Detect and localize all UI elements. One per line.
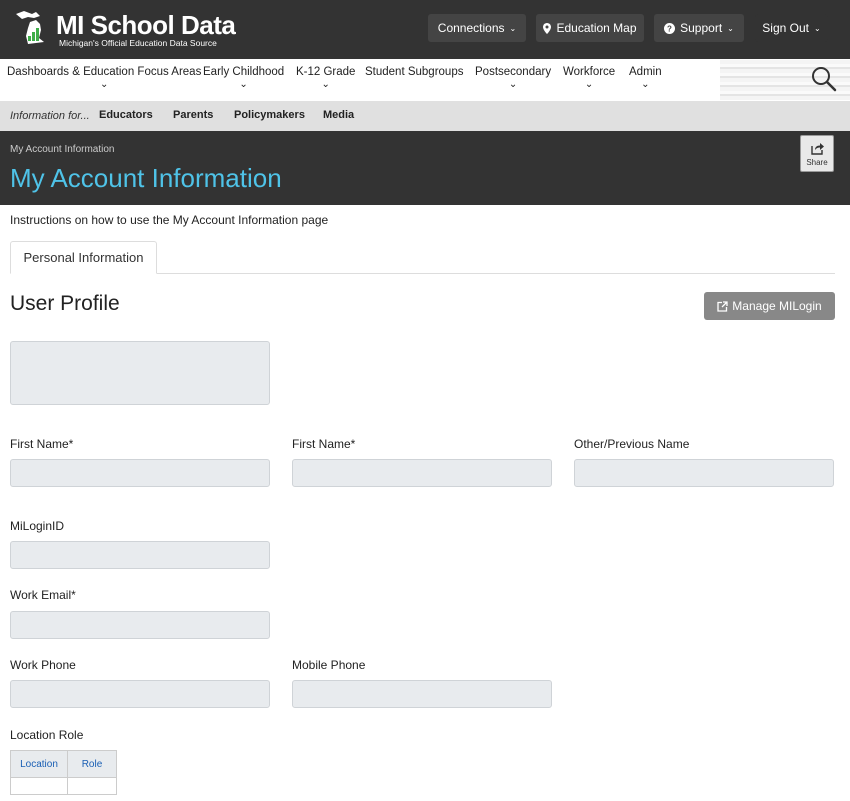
table-cell	[67, 777, 117, 795]
nav-student-subgroups[interactable]: Student Subgroups	[365, 66, 463, 78]
help-circle-icon: ?	[664, 22, 676, 34]
tab-personal-information[interactable]: Personal Information	[10, 241, 157, 274]
other-name-label: Other/Previous Name	[574, 437, 690, 451]
milogin-id-field[interactable]	[10, 541, 270, 569]
work-email-label: Work Email*	[10, 588, 76, 602]
work-phone-field[interactable]	[10, 680, 270, 708]
chevron-down-icon: ⌄	[509, 23, 517, 33]
audience-label: Information for...	[10, 110, 90, 122]
nav-dashboards[interactable]: Dashboards & Education Focus Areas ⌄	[7, 66, 201, 91]
share-button[interactable]: Share	[800, 135, 834, 172]
page-title: My Account Information	[10, 163, 282, 193]
connections-button[interactable]: Connections ⌄	[428, 14, 526, 42]
nav-label: Workforce	[563, 66, 616, 78]
nav-label: Student Subgroups	[365, 66, 464, 78]
mobile-phone-label: Mobile Phone	[292, 658, 366, 672]
logo-title: MI School Data	[56, 10, 236, 40]
chevron-down-icon: ⌄	[641, 79, 650, 90]
site-logo[interactable]: MI School Data Michigan's Official Educa…	[14, 8, 236, 48]
nav-k12-grade[interactable]: K-12 Grade ⌄	[296, 66, 355, 91]
search-icon[interactable]	[811, 66, 837, 92]
chevron-down-icon: ⌄	[321, 79, 330, 90]
first-name-2-label: First Name*	[292, 437, 356, 451]
manage-milogin-label: Manage MILogin	[732, 299, 822, 313]
nav-label: Dashboards & Education Focus Areas	[7, 66, 202, 78]
logo-subtitle: Michigan's Official Education Data Sourc…	[59, 38, 217, 48]
table-header-location[interactable]: Location	[10, 750, 68, 778]
chevron-down-icon: ⌄	[99, 79, 109, 90]
nav-workforce[interactable]: Workforce ⌄	[563, 66, 615, 91]
nav-label: Postsecondary	[475, 66, 552, 78]
audience-link-media[interactable]: Media	[323, 109, 354, 121]
other-name-field[interactable]	[574, 459, 834, 487]
breadcrumb[interactable]: My Account Information	[10, 144, 115, 155]
audience-link-parents[interactable]: Parents	[173, 109, 213, 121]
support-label: Support	[680, 21, 723, 35]
audience-bar: Information for... Educators Parents Pol…	[0, 101, 850, 131]
table-row	[10, 777, 117, 795]
work-phone-label: Work Phone	[10, 658, 76, 672]
sign-out-label: Sign Out	[762, 21, 809, 35]
michigan-logo-icon	[16, 11, 44, 44]
nav-early-childhood[interactable]: Early Childhood ⌄	[203, 66, 284, 91]
external-link-icon	[717, 300, 728, 312]
audience-link-educators[interactable]: Educators	[99, 109, 153, 121]
svg-text:?: ?	[667, 24, 672, 33]
milogin-id-label: MiLoginID	[10, 519, 65, 533]
audience-link-policymakers[interactable]: Policymakers	[234, 109, 305, 121]
education-map-button[interactable]: Education Map	[536, 14, 644, 42]
nav-label: Admin	[629, 66, 662, 78]
chevron-down-icon: ⌄	[508, 79, 518, 90]
chevron-down-icon: ⌄	[239, 79, 248, 90]
work-email-field[interactable]	[10, 611, 270, 639]
top-bar: MI School Data Michigan's Official Educa…	[0, 0, 850, 59]
support-button[interactable]: ? Support ⌄	[654, 14, 744, 42]
first-name-2-field[interactable]	[292, 459, 552, 487]
instructions-text[interactable]: Instructions on how to use the My Accoun…	[10, 213, 328, 227]
section-title: User Profile	[10, 292, 120, 315]
location-role-table: Location Role	[10, 750, 117, 795]
map-pin-icon	[543, 22, 552, 34]
profile-image-box	[10, 341, 270, 405]
table-header-role[interactable]: Role	[67, 750, 117, 778]
first-name-field[interactable]	[10, 459, 270, 487]
first-name-label: First Name*	[10, 437, 74, 451]
sign-out-button[interactable]: Sign Out ⌄	[755, 14, 828, 42]
chevron-down-icon: ⌄	[727, 23, 734, 33]
manage-milogin-button[interactable]: Manage MILogin	[704, 292, 835, 320]
education-map-label: Education Map	[556, 21, 637, 35]
nav-admin[interactable]: Admin ⌄	[629, 66, 662, 91]
page-header: My Account Information My Account Inform…	[0, 131, 850, 205]
nav-label: Early Childhood	[203, 66, 285, 78]
share-label: Share	[806, 158, 828, 167]
chevron-down-icon: ⌄	[814, 23, 821, 33]
nav-label: K-12 Grade	[296, 66, 356, 78]
chevron-down-icon: ⌄	[584, 79, 594, 90]
mobile-phone-field[interactable]	[292, 680, 552, 708]
nav-postsecondary[interactable]: Postsecondary ⌄	[475, 66, 551, 91]
location-role-label: Location Role	[10, 728, 84, 742]
connections-label: Connections	[437, 21, 505, 35]
table-cell	[10, 777, 68, 795]
share-icon	[811, 143, 824, 155]
